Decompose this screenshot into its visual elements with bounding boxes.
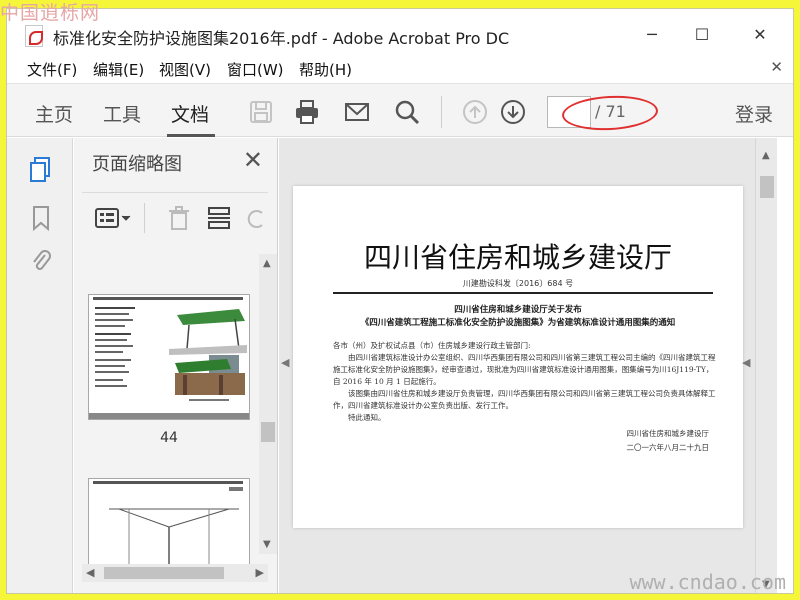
email-icon[interactable] (343, 98, 371, 126)
thumbnail-page-label: 44 (160, 430, 178, 446)
menu-file[interactable]: 文件(F) (27, 59, 77, 80)
login-link[interactable]: 登录 (735, 100, 773, 127)
window-title: 标准化安全防护设施图集2016年.pdf - Adobe Acrobat Pro… (53, 29, 510, 48)
attachment-icon[interactable] (29, 248, 53, 276)
document-vertical-scrollbar[interactable]: ▲ ▼ (755, 138, 777, 593)
watermark-top-left: 中国逍栎网 (0, 2, 101, 24)
notice-title-line2: 《四川省建筑工程施工标准化安全防护设施图集》为省建筑标准设计通用图集的通知 (360, 318, 676, 328)
scroll-up-arrow-icon[interactable]: ▲ (263, 258, 271, 269)
close-document-icon[interactable]: ✕ (770, 58, 783, 76)
thumbnails-toolbar (82, 192, 268, 236)
panel-toolbar-separator (144, 203, 145, 233)
main-toolbar: 主页 工具 文档 / 71 登录 (7, 83, 793, 137)
watermark-bottom-right: www.cndao.com (629, 570, 786, 594)
menu-bar: 文件(F) 编辑(E) 视图(V) 窗口(W) 帮助(H) ✕ (7, 55, 793, 81)
insert-page-icon[interactable] (206, 205, 232, 231)
title-bar: 标准化安全防护设施图集2016年.pdf - Adobe Acrobat Pro… (7, 9, 793, 53)
navigation-rail (7, 138, 73, 593)
notice-title-line1: 四川省住房和城乡建设厅关于发布 (454, 305, 582, 315)
body-paragraph-1: 由四川省建筑标准设计办公室组织、四川华西集团有限公司和四川省第三建筑工程公司主编… (333, 353, 716, 386)
active-tab-indicator (167, 134, 215, 137)
notice-title: 四川省住房和城乡建设厅关于发布 《四川省建筑工程施工标准化安全防护设施图集》为省… (293, 304, 743, 330)
thumbnails-hscroll-thumb[interactable] (104, 567, 224, 579)
pdf-page: 四川省住房和城乡建设厅 川建勘设科发〔2016〕684 号 四川省住房和城乡建设… (293, 186, 743, 528)
document-view[interactable]: ◀ 四川省住房和城乡建设厅 川建勘设科发〔2016〕684 号 四川省住房和城乡… (279, 138, 777, 593)
panel-title: 页面缩略图 (92, 154, 182, 175)
thumbnails-scroll-thumb[interactable] (261, 422, 275, 442)
pdf-file-icon (25, 25, 43, 47)
previous-page-icon[interactable] (461, 98, 489, 126)
search-icon[interactable] (393, 98, 421, 126)
toolbar-separator (441, 96, 442, 128)
menu-view[interactable]: 视图(V) (159, 59, 211, 80)
closing-text: 特此通知。 (348, 413, 386, 422)
thumbnail-options-icon[interactable] (94, 205, 132, 231)
body-paragraph-2: 该图集由四川省住房和城乡建设厅负责管理，四川华西集团有限公司和四川省第三建筑工程… (333, 389, 716, 410)
collapse-left-panel-icon[interactable]: ◀ (281, 356, 289, 369)
delete-page-icon[interactable] (166, 205, 192, 231)
signature-date: 二〇一六年八月二十九日 (626, 443, 710, 452)
doc-scroll-up-arrow-icon[interactable]: ▲ (762, 150, 770, 161)
tab-home[interactable]: 主页 (35, 100, 73, 127)
thumbnail-page-44[interactable] (88, 294, 250, 420)
thumbnails-panel: 页面缩略图 ✕ 44 ▲ ▼ ◀ ▶ (74, 138, 278, 593)
tab-document[interactable]: 文档 (171, 100, 209, 127)
menu-help[interactable]: 帮助(H) (299, 59, 352, 80)
maximize-button[interactable]: ☐ (689, 23, 715, 47)
scroll-left-arrow-icon[interactable]: ◀ (86, 566, 94, 579)
print-icon[interactable] (293, 98, 321, 126)
bookmark-icon[interactable] (29, 204, 53, 232)
close-window-button[interactable]: ✕ (747, 23, 773, 47)
signature-organization: 四川省住房和城乡建设厅 (626, 429, 710, 438)
close-panel-icon[interactable]: ✕ (243, 146, 263, 174)
document-scroll-thumb[interactable] (760, 176, 774, 198)
page-thumbnails-icon[interactable] (29, 156, 53, 184)
header-rule (333, 292, 713, 294)
menu-window[interactable]: 窗口(W) (227, 59, 284, 80)
salutation-text: 各市（州）及扩权试点县（市）住房城乡建设行政主管部门: (333, 341, 531, 350)
expand-right-panel-icon[interactable]: ◀ (742, 356, 750, 369)
rotate-page-icon[interactable] (246, 205, 266, 231)
menu-edit[interactable]: 编辑(E) (93, 59, 144, 80)
next-page-icon[interactable] (499, 98, 527, 126)
acrobat-window: 标准化安全防护设施图集2016年.pdf - Adobe Acrobat Pro… (6, 8, 794, 594)
document-heading: 四川省住房和城乡建设厅 (363, 241, 672, 274)
thumbnail-page-45[interactable] (88, 478, 250, 578)
scroll-down-arrow-icon[interactable]: ▼ (263, 539, 271, 550)
thumbnails-vertical-scrollbar[interactable]: ▲ ▼ (259, 254, 277, 554)
scroll-right-arrow-icon[interactable]: ▶ (256, 566, 264, 579)
tab-tools[interactable]: 工具 (103, 100, 141, 127)
thumbnails-horizontal-scrollbar[interactable]: ◀ ▶ (82, 564, 268, 582)
document-number: 川建勘设科发〔2016〕684 号 (462, 279, 574, 288)
minimize-button[interactable]: ─ (639, 23, 665, 47)
save-icon[interactable] (247, 98, 275, 126)
